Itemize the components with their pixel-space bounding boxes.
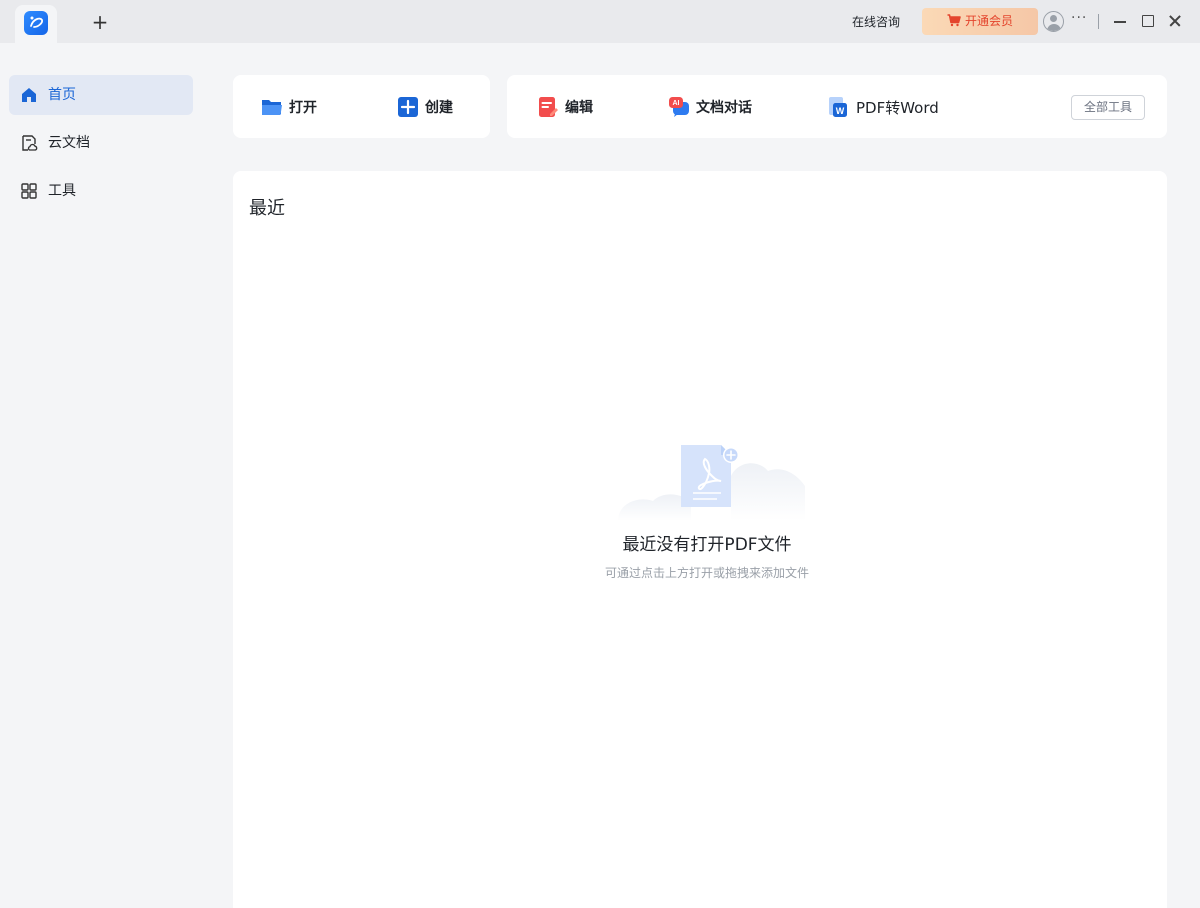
ai-chat-button[interactable]: AI 文档对话 (668, 95, 752, 119)
pdf-to-word-label: PDF转Word (856, 98, 939, 117)
vip-button[interactable]: 开通会员 (922, 8, 1038, 35)
sidebar-item-label: 首页 (48, 87, 76, 103)
pdf-to-word-button[interactable]: W PDF转Word (828, 95, 939, 119)
user-avatar-icon[interactable] (1043, 11, 1064, 32)
folder-icon (262, 100, 282, 115)
plus-square-icon (398, 97, 418, 117)
empty-pdf-illustration-icon (618, 445, 805, 521)
title-bar: + 在线咨询 开通会员 ··· (0, 0, 1200, 43)
edit-button[interactable]: 编辑 (537, 95, 593, 119)
all-tools-button[interactable]: 全部工具 (1071, 95, 1145, 120)
minimize-button[interactable] (1111, 12, 1129, 30)
home-icon (22, 88, 36, 102)
maximize-button[interactable] (1138, 12, 1156, 30)
home-tab[interactable] (15, 5, 57, 43)
close-button[interactable] (1166, 12, 1184, 30)
sidebar-item-tools[interactable]: 工具 (9, 171, 193, 211)
new-tab-button[interactable]: + (90, 12, 110, 32)
sidebar-item-label: 工具 (48, 183, 76, 199)
more-icon[interactable]: ··· (1071, 10, 1087, 26)
open-button[interactable]: 打开 (261, 95, 317, 119)
empty-state-subtitle: 可通过点击上方打开或拖拽来添加文件 (604, 566, 809, 580)
ai-chat-icon: AI (669, 97, 689, 117)
sidebar-item-label: 云文档 (48, 135, 90, 151)
open-label: 打开 (289, 100, 317, 116)
word-icon: W (829, 97, 847, 117)
empty-state-title: 最近没有打开PDF文件 (622, 535, 792, 555)
file-actions-card: 打开 创建 (233, 75, 490, 138)
vip-button-label: 开通会员 (964, 14, 1013, 28)
recent-panel: 最近 最近没有打开PDF文件 可通过点击上方打开或拖拽来添加文件 (233, 171, 1167, 908)
sidebar-item-home[interactable]: 首页 (9, 75, 193, 115)
titlebar-divider (1098, 14, 1099, 29)
edit-label: 编辑 (565, 100, 593, 116)
svg-text:W: W (836, 106, 845, 116)
tools-card: 编辑 AI 文档对话 W PDF转Word 全部工具 (507, 75, 1167, 138)
cloud-doc-icon (22, 135, 38, 151)
create-button[interactable]: 创建 (397, 95, 453, 119)
ai-chat-label: 文档对话 (696, 100, 752, 116)
online-consult-link[interactable]: 在线咨询 (852, 13, 900, 30)
svg-text:AI: AI (673, 100, 680, 107)
sidebar: 首页 云文档 工具 (0, 43, 201, 908)
app-logo-icon (24, 11, 48, 35)
grid-icon (21, 183, 37, 199)
recent-title: 最近 (249, 198, 285, 219)
sidebar-item-cloud-docs[interactable]: 云文档 (9, 123, 193, 163)
create-label: 创建 (425, 100, 453, 116)
cart-icon (947, 13, 961, 26)
edit-doc-icon (539, 97, 558, 117)
